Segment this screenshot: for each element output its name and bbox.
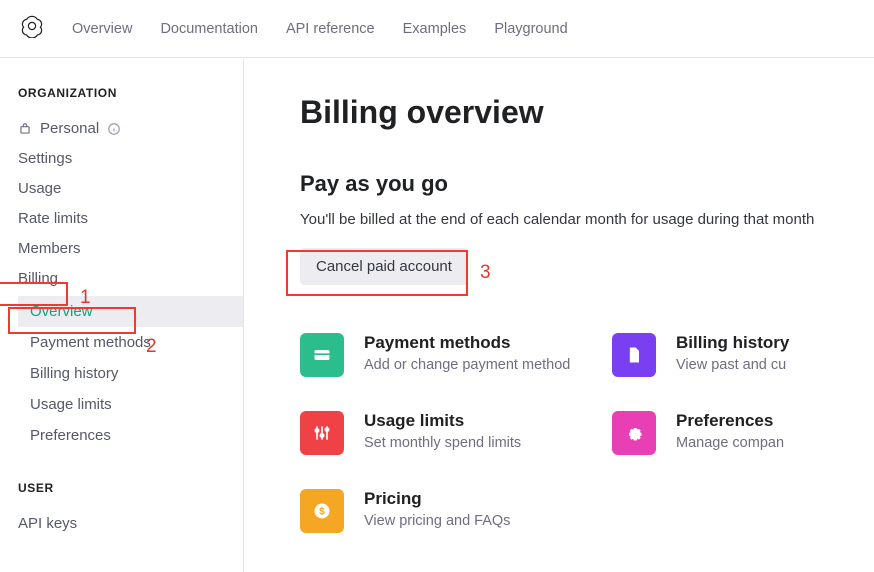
nav-label: Playground bbox=[494, 21, 567, 37]
card-title: Pricing bbox=[364, 489, 510, 509]
org-icon bbox=[18, 122, 32, 136]
sidebar-billing-submenu: Overview Payment methods Billing history… bbox=[18, 296, 243, 451]
sidebar-item-label: Settings bbox=[18, 150, 72, 167]
card-title: Payment methods bbox=[364, 333, 570, 353]
cancel-button-label: Cancel paid account bbox=[316, 258, 452, 275]
card-subtitle: View pricing and FAQs bbox=[364, 513, 510, 529]
sidebar-item-personal[interactable]: Personal bbox=[18, 114, 243, 144]
nav-label: API reference bbox=[286, 21, 375, 37]
sidebar-sub-billing-history[interactable]: Billing history bbox=[18, 358, 243, 389]
sidebar-item-label: Rate limits bbox=[18, 210, 88, 227]
card-title: Billing history bbox=[676, 333, 789, 353]
card-billing-history[interactable]: Billing history View past and cu bbox=[612, 333, 874, 377]
sidebar-sub-label: Payment methods bbox=[30, 334, 151, 351]
billing-cards-grid: Payment methods Add or change payment me… bbox=[300, 333, 874, 533]
sidebar-sub-label: Preferences bbox=[30, 427, 111, 444]
card-subtitle: Manage compan bbox=[676, 435, 784, 451]
sidebar-item-usage[interactable]: Usage bbox=[18, 174, 243, 204]
sidebar-personal-label: Personal bbox=[40, 120, 99, 137]
top-nav: Overview Documentation API reference Exa… bbox=[0, 0, 874, 58]
sidebar-item-label: API keys bbox=[18, 515, 77, 532]
sidebar-item-label: Billing bbox=[18, 270, 58, 287]
sidebar-item-label: Usage bbox=[18, 180, 61, 197]
main-content: Billing overview Pay as you go You'll be… bbox=[244, 58, 874, 572]
nav-overview[interactable]: Overview bbox=[72, 21, 132, 37]
nav-api-reference[interactable]: API reference bbox=[286, 21, 375, 37]
card-subtitle: View past and cu bbox=[676, 357, 789, 373]
nav-playground[interactable]: Playground bbox=[494, 21, 567, 37]
sidebar-sub-usage-limits[interactable]: Usage limits bbox=[18, 389, 243, 420]
openai-logo-icon bbox=[20, 14, 44, 43]
payg-description: You'll be billed at the end of each cale… bbox=[300, 211, 874, 228]
sidebar-heading-organization: ORGANIZATION bbox=[18, 86, 243, 100]
nav-label: Documentation bbox=[160, 21, 258, 37]
sidebar-sub-payment-methods[interactable]: Payment methods bbox=[18, 327, 243, 358]
card-pricing[interactable]: $ Pricing View pricing and FAQs bbox=[300, 489, 588, 533]
sidebar-item-billing[interactable]: Billing bbox=[18, 264, 243, 294]
annotation-label-3: 3 bbox=[480, 262, 491, 284]
sidebar-item-settings[interactable]: Settings bbox=[18, 144, 243, 174]
sidebar-item-label: Members bbox=[18, 240, 81, 257]
card-icon-credit-card bbox=[300, 333, 344, 377]
card-title: Usage limits bbox=[364, 411, 521, 431]
nav-label: Overview bbox=[72, 21, 132, 37]
card-title: Preferences bbox=[676, 411, 784, 431]
payg-title: Pay as you go bbox=[300, 171, 874, 197]
card-icon-document bbox=[612, 333, 656, 377]
svg-text:$: $ bbox=[319, 506, 325, 517]
sidebar-sub-preferences[interactable]: Preferences bbox=[18, 420, 243, 451]
nav-documentation[interactable]: Documentation bbox=[160, 21, 258, 37]
nav-label: Examples bbox=[403, 21, 467, 37]
card-icon-gear bbox=[612, 411, 656, 455]
nav-examples[interactable]: Examples bbox=[403, 21, 467, 37]
card-subtitle: Set monthly spend limits bbox=[364, 435, 521, 451]
card-usage-limits[interactable]: Usage limits Set monthly spend limits bbox=[300, 411, 588, 455]
sidebar-heading-user: USER bbox=[18, 481, 243, 495]
info-icon bbox=[107, 122, 121, 136]
card-icon-dollar: $ bbox=[300, 489, 344, 533]
card-subtitle: Add or change payment method bbox=[364, 357, 570, 373]
card-icon-sliders bbox=[300, 411, 344, 455]
sidebar: ORGANIZATION Personal Settings Usage Rat… bbox=[0, 58, 244, 572]
sidebar-item-rate-limits[interactable]: Rate limits bbox=[18, 204, 243, 234]
sidebar-item-api-keys[interactable]: API keys bbox=[18, 509, 243, 539]
page-title: Billing overview bbox=[300, 94, 874, 131]
card-preferences[interactable]: Preferences Manage compan bbox=[612, 411, 874, 455]
sidebar-sub-label: Usage limits bbox=[30, 396, 112, 413]
sidebar-sub-label: Overview bbox=[30, 303, 93, 320]
sidebar-item-members[interactable]: Members bbox=[18, 234, 243, 264]
sidebar-sub-label: Billing history bbox=[30, 365, 118, 382]
sidebar-sub-overview[interactable]: Overview bbox=[18, 296, 243, 327]
cancel-paid-account-button[interactable]: Cancel paid account bbox=[300, 248, 468, 285]
card-payment-methods[interactable]: Payment methods Add or change payment me… bbox=[300, 333, 588, 377]
